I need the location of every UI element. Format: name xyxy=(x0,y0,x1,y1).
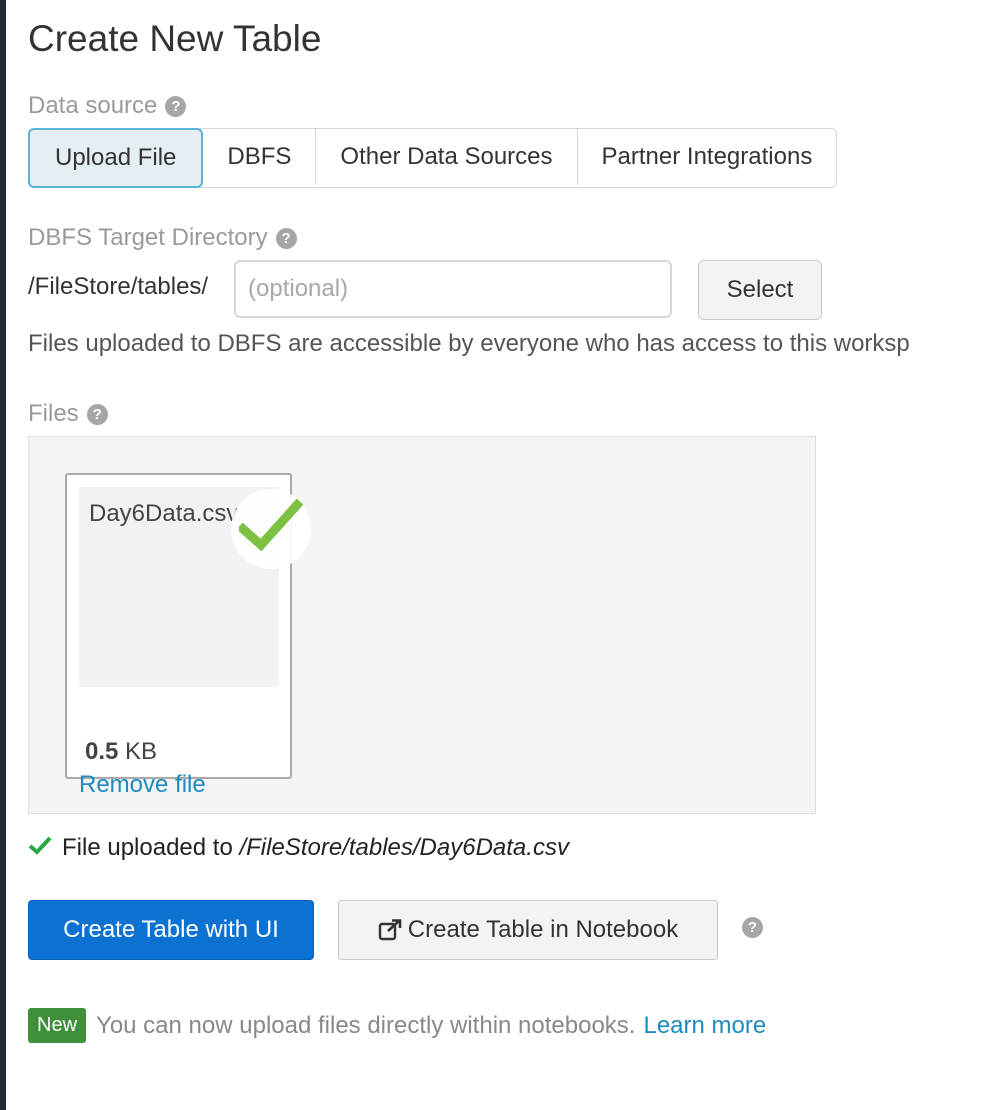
check-icon xyxy=(28,834,52,862)
question-circle-icon[interactable]: ? xyxy=(165,95,187,117)
file-name: Day6Data.csv xyxy=(89,500,239,527)
tab-other-data-sources[interactable]: Other Data Sources xyxy=(316,129,578,185)
data-source-label: Data source ? xyxy=(28,92,187,120)
question-circle-icon[interactable]: ? xyxy=(742,917,763,938)
learn-more-link[interactable]: Learn more xyxy=(643,1012,766,1040)
create-table-with-ui-button[interactable]: Create Table with UI xyxy=(28,900,314,960)
file-size-value: 0.5 xyxy=(85,738,119,765)
tab-dbfs[interactable]: DBFS xyxy=(203,129,317,185)
question-circle-icon[interactable]: ? xyxy=(86,403,108,425)
files-label: Files ? xyxy=(28,400,108,428)
upload-success-check-icon xyxy=(231,489,311,569)
new-feature-notice: New You can now upload files directly wi… xyxy=(28,1008,766,1043)
target-directory-input[interactable] xyxy=(234,260,672,318)
left-navigation-rail xyxy=(0,0,6,1110)
access-note: Files uploaded to DBFS are accessible by… xyxy=(28,330,910,357)
file-size: 0.5 KB xyxy=(85,738,157,766)
remove-file-link[interactable]: Remove file xyxy=(79,771,206,799)
file-dropzone[interactable]: Day6Data.csv 0.5 KB Remove file xyxy=(28,436,816,814)
upload-status: File uploaded to /FileStore/tables/Day6D… xyxy=(28,834,569,862)
create-table-in-notebook-label: Create Table in Notebook xyxy=(407,916,679,943)
tab-partner-integrations[interactable]: Partner Integrations xyxy=(578,129,837,185)
create-table-page: Create New Table Data source ? Upload Fi… xyxy=(28,0,984,1110)
target-directory-label-text: DBFS Target Directory xyxy=(28,224,268,251)
data-source-tabs: Upload File DBFS Other Data Sources Part… xyxy=(28,128,838,188)
create-table-in-notebook-button[interactable]: Create Table in Notebook xyxy=(338,900,718,960)
tab-upload-file[interactable]: Upload File xyxy=(28,128,204,188)
external-link-icon xyxy=(378,919,402,941)
upload-status-prefix: File uploaded to xyxy=(62,834,233,861)
files-label-text: Files xyxy=(28,400,79,427)
new-badge: New xyxy=(28,1008,87,1043)
target-directory-label: DBFS Target Directory ? xyxy=(28,224,297,252)
notice-text: You can now upload files directly within… xyxy=(96,1011,636,1039)
upload-status-path: /FileStore/tables/Day6Data.csv xyxy=(239,834,569,861)
file-card: Day6Data.csv 0.5 KB Remove file xyxy=(65,473,311,798)
path-prefix: /FileStore/tables/ xyxy=(28,273,209,300)
select-directory-button[interactable]: Select xyxy=(698,260,822,320)
data-source-label-text: Data source xyxy=(28,92,158,119)
page-title: Create New Table xyxy=(28,18,322,59)
file-size-unit: KB xyxy=(125,738,158,765)
question-circle-icon[interactable]: ? xyxy=(275,227,297,249)
